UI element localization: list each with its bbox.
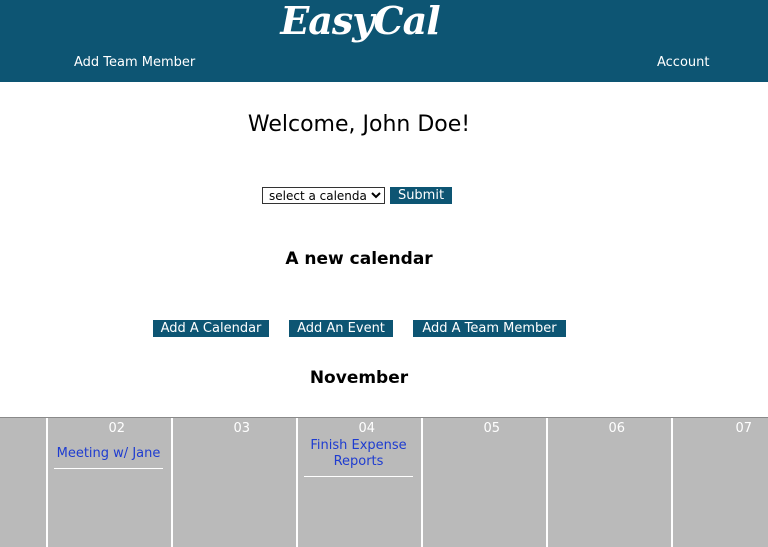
day-cell[interactable]: 04 Finish Expense Reports [298, 417, 423, 547]
day-cell[interactable]: 06 [548, 417, 673, 547]
app-header: EasyCal Add Team Member Account [0, 0, 768, 82]
day-cell[interactable]: 02 Meeting w/ Jane [48, 417, 173, 547]
add-team-member-button[interactable]: Add A Team Member [413, 320, 566, 337]
calendar-select[interactable]: select a calendar [262, 187, 385, 204]
day-cell[interactable] [0, 417, 48, 547]
add-event-button[interactable]: Add An Event [289, 320, 393, 337]
day-cell[interactable]: 03 [173, 417, 298, 547]
day-number: 06 [608, 421, 625, 436]
day-cell[interactable]: 05 [423, 417, 548, 547]
day-number: 04 [358, 421, 375, 436]
day-number: 05 [483, 421, 500, 436]
app-logo[interactable]: EasyCal [0, 0, 720, 43]
nav-add-team-member[interactable]: Add Team Member [74, 55, 195, 70]
submit-button[interactable]: Submit [390, 187, 452, 204]
month-heading: November [309, 368, 409, 388]
welcome-heading: Welcome, John Doe! [247, 112, 471, 137]
calendar-event[interactable]: Meeting w/ Jane [54, 446, 163, 469]
calendar-grid: 02 Meeting w/ Jane 03 04 Finish Expense … [0, 417, 768, 547]
day-number: 02 [108, 421, 125, 436]
grid-top-border [0, 417, 768, 418]
calendar-event[interactable]: Finish Expense Reports [304, 438, 413, 477]
day-cell[interactable]: 07 [673, 417, 768, 547]
nav-account[interactable]: Account [657, 55, 710, 70]
day-number: 07 [735, 421, 752, 436]
day-number: 03 [233, 421, 250, 436]
new-calendar-heading: A new calendar [285, 249, 433, 269]
add-calendar-button[interactable]: Add A Calendar [153, 320, 269, 337]
